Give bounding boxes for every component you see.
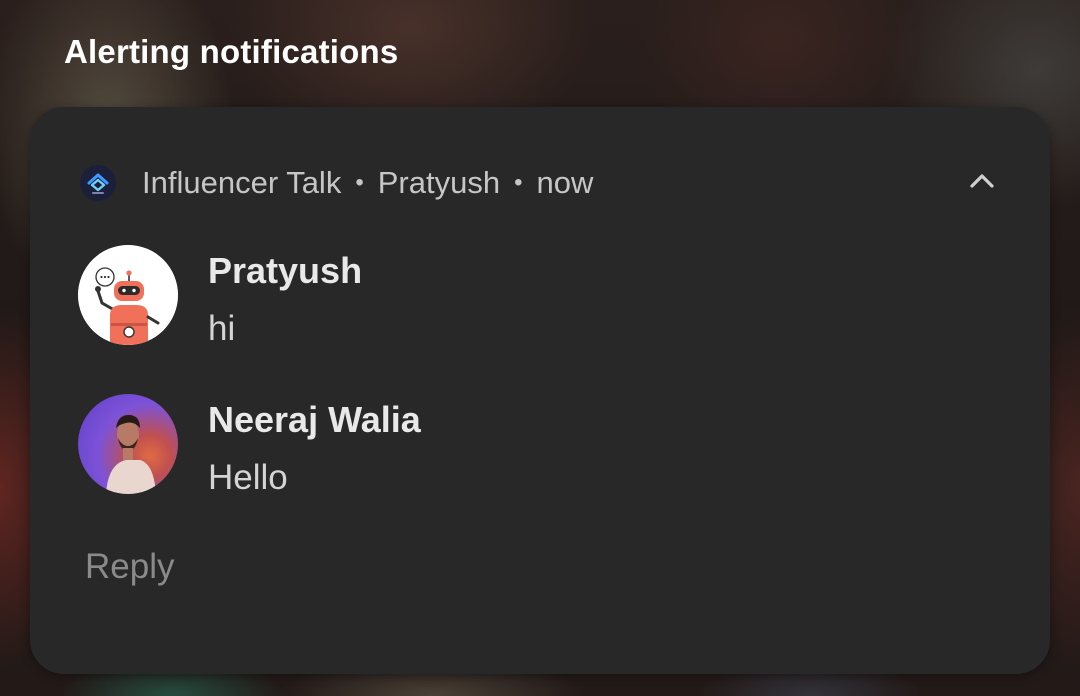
notification-card[interactable]: Influencer Talk • Pratyush • now Pratyus… xyxy=(30,107,1050,674)
app-name: Influencer Talk xyxy=(142,165,342,200)
sender-name: Pratyush xyxy=(208,250,363,291)
section-title: Alerting notifications xyxy=(64,33,399,70)
chevron-up-icon xyxy=(969,173,995,194)
robot-avatar xyxy=(78,245,178,345)
notification-header: Influencer Talk • Pratyush • now xyxy=(80,163,593,203)
collapse-button[interactable] xyxy=(954,163,1010,203)
separator-dot: • xyxy=(514,169,523,196)
message-item: Pratyush hi xyxy=(78,245,362,351)
sender-name: Neeraj Walia xyxy=(208,399,421,440)
message-text: hi xyxy=(208,309,236,348)
conversation-name: Pratyush xyxy=(377,165,501,200)
reply-button[interactable]: Reply xyxy=(85,541,174,593)
separator-dot: • xyxy=(355,169,364,196)
person-avatar xyxy=(78,394,178,494)
message-item: Neeraj Walia Hello xyxy=(78,394,421,500)
app-logo-icon xyxy=(80,165,116,201)
notification-meta: Influencer Talk • Pratyush • now xyxy=(142,163,593,203)
timestamp: now xyxy=(536,165,594,200)
message-text: Hello xyxy=(208,458,288,497)
